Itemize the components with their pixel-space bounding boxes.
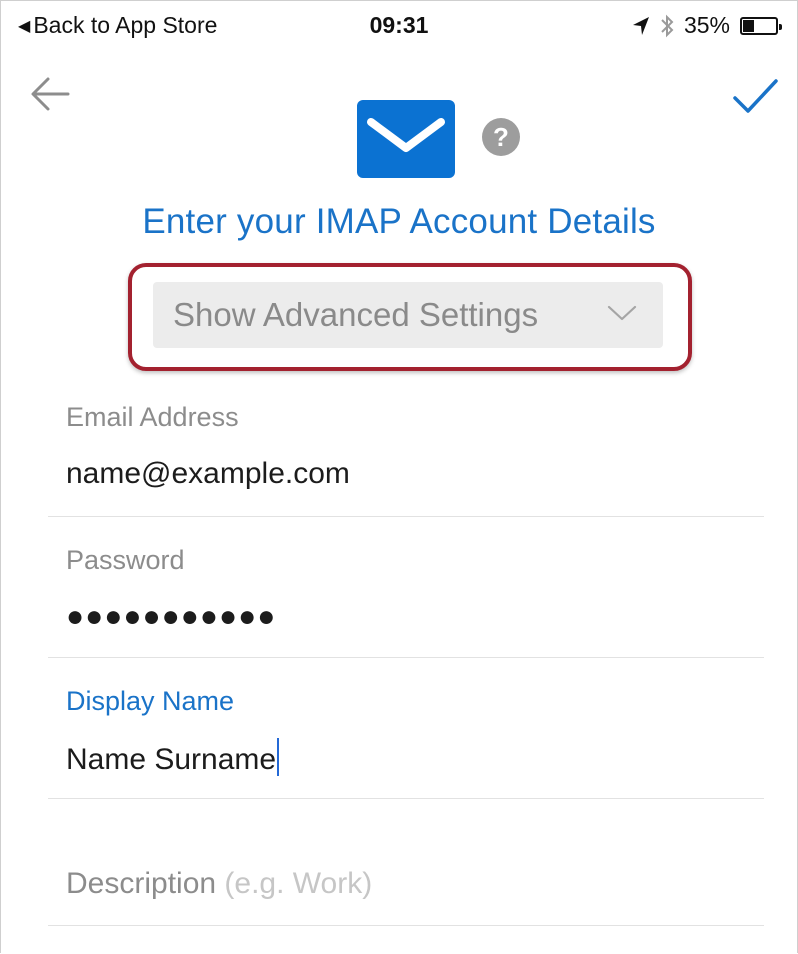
advanced-settings-label: Show Advanced Settings [173,296,539,333]
done-button[interactable] [730,74,780,118]
description-placeholder: Description (e.g. Work) [66,867,372,901]
email-field[interactable]: Email Address name@example.com [48,390,764,517]
mail-envelope-icon [357,100,455,178]
display-name-input[interactable]: Name Surname [66,738,280,777]
email-label: Email Address [66,402,239,432]
battery-fill [743,19,755,32]
text-cursor [277,738,280,776]
checkmark-icon [733,79,778,113]
status-bar: ◀ Back to App Store 09:31 35% [0,0,798,52]
description-label: Description [66,867,217,900]
page-title: Enter your IMAP Account Details [142,202,656,241]
status-indicators: 35% [632,12,782,39]
arrow-left-icon [31,77,70,111]
email-input[interactable]: name@example.com [66,457,350,491]
back-button[interactable] [28,74,72,114]
show-advanced-settings-button[interactable]: Show Advanced Settings [153,282,663,348]
description-hint: (e.g. Work) [224,867,373,900]
battery-icon [740,16,782,35]
battery-percentage: 35% [683,12,730,38]
question-mark-icon[interactable]: ? [482,118,520,156]
bluetooth-icon [661,14,674,37]
display-name-label: Display Name [66,686,235,716]
chevron-down-icon [607,305,637,321]
description-field[interactable]: Description (e.g. Work) [48,799,764,926]
password-input[interactable]: ●●●●●●●●●●● [66,600,276,634]
password-label: Password [66,545,185,575]
battery-tip [779,23,782,30]
display-name-value: Name Surname [66,743,277,776]
display-name-field[interactable]: Display Name Name Surname [48,658,764,799]
password-field[interactable]: Password ●●●●●●●●●●● [48,517,764,658]
location-arrow-icon [632,16,649,35]
